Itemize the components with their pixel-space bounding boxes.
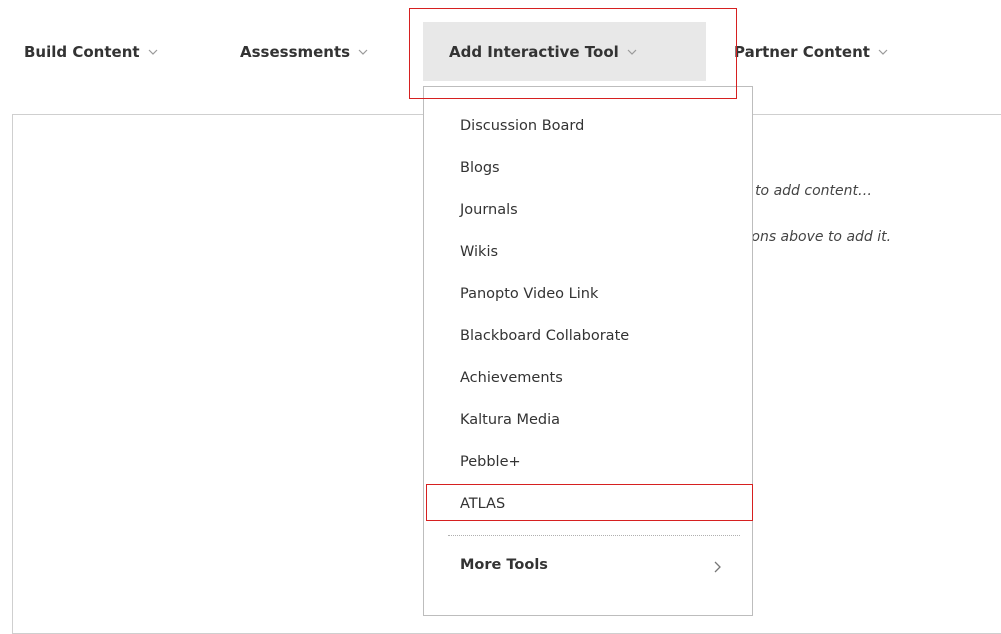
menu-item-panopto-video-link[interactable]: Panopto Video Link (460, 286, 598, 302)
menu-item-blackboard-collaborate[interactable]: Blackboard Collaborate (460, 328, 629, 344)
content-toolbar: Build Content Assessments Add Interactiv… (0, 0, 1001, 88)
menu-item-wikis[interactable]: Wikis (460, 244, 498, 260)
chevron-down-icon (878, 47, 888, 57)
menu-item-discussion-board[interactable]: Discussion Board (460, 118, 584, 134)
partner-content-label: Partner Content (734, 42, 870, 61)
assessments-label: Assessments (240, 42, 351, 61)
menu-item-pebble-plus[interactable]: Pebble+ (460, 454, 521, 470)
menu-item-journals[interactable]: Journals (460, 202, 518, 218)
add-interactive-tool-menu[interactable]: Add Interactive Tool (423, 22, 706, 81)
add-interactive-tool-dropdown: Discussion Board Blogs Journals Wikis Pa… (423, 86, 753, 616)
chevron-down-icon (148, 47, 158, 57)
assessments-menu[interactable]: Assessments (240, 22, 368, 81)
chevron-right-icon (712, 559, 722, 573)
menu-item-blogs[interactable]: Blogs (460, 160, 500, 176)
menu-divider (448, 535, 740, 536)
empty-content-hint-2: tions above to add it. (742, 229, 892, 245)
menu-item-atlas[interactable]: ATLAS (460, 496, 505, 512)
add-interactive-tool-label: Add Interactive Tool (449, 42, 619, 61)
build-content-label: Build Content (24, 42, 140, 61)
menu-item-achievements[interactable]: Achievements (460, 370, 563, 386)
build-content-menu[interactable]: Build Content (24, 22, 158, 81)
partner-content-menu[interactable]: Partner Content (734, 22, 888, 81)
more-tools-button[interactable]: More Tools (460, 557, 548, 573)
chevron-down-icon (358, 47, 368, 57)
chevron-down-icon (627, 47, 637, 57)
empty-content-hint-1: e to add content… (742, 183, 872, 199)
menu-item-kaltura-media[interactable]: Kaltura Media (460, 412, 560, 428)
